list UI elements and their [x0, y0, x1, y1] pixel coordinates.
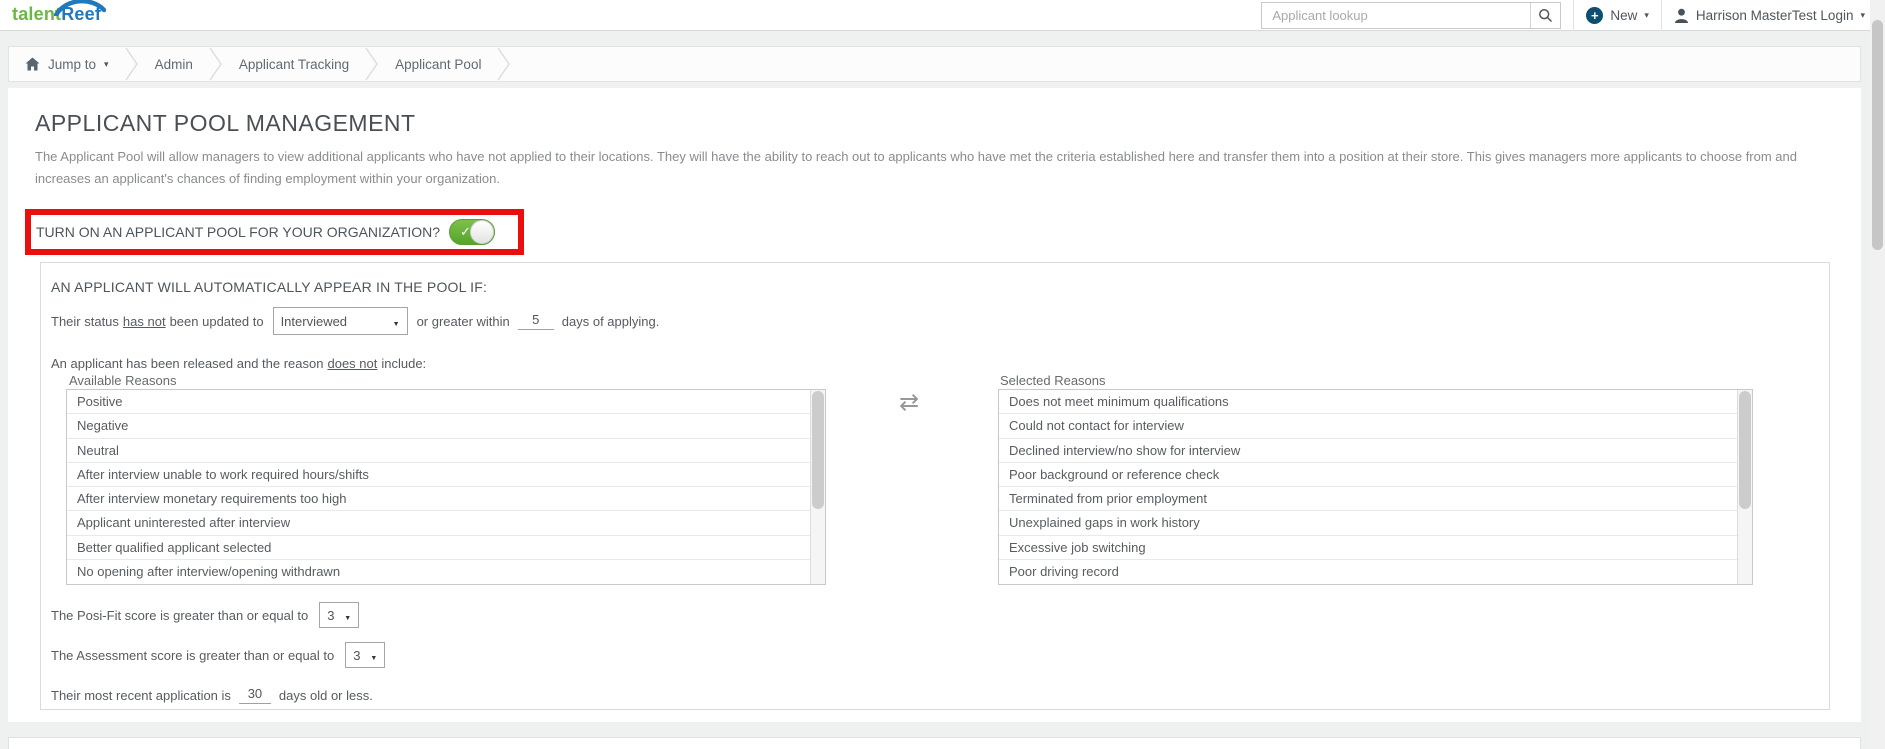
breadcrumb-separator-icon: [209, 47, 222, 81]
list-item[interactable]: Neutral: [67, 439, 810, 463]
status-select-value: Interviewed: [280, 313, 348, 329]
select-caret-icon: [370, 648, 377, 663]
jump-to-menu[interactable]: Jump to: [25, 57, 109, 72]
select-caret-icon: [344, 608, 351, 623]
applicant-pool-toggle[interactable]: [449, 219, 495, 245]
list-item[interactable]: Excessive job switching: [999, 536, 1737, 560]
breadcrumb: Jump to Admin Applicant Tracking Applica…: [8, 46, 1861, 82]
list-item[interactable]: Unexplained gaps in work history: [999, 511, 1737, 536]
home-icon: [25, 57, 40, 71]
criteria-panel: AN APPLICANT WILL AUTOMATICALLY APPEAR I…: [40, 262, 1830, 710]
status-rule-row: Their status has not been updated to Int…: [51, 307, 659, 335]
selected-reasons-list[interactable]: Does not meet minimum qualifications Coul…: [998, 389, 1753, 585]
breadcrumb-item-admin[interactable]: Admin: [155, 57, 193, 72]
posifit-rule-row: The Posi-Fit score is greater than or eq…: [51, 601, 364, 629]
recent-rule-text: days old or less.: [278, 687, 373, 703]
list-item[interactable]: Terminated from prior employment: [999, 487, 1737, 512]
assessment-score-select[interactable]: 3: [345, 642, 386, 668]
released-rule-text: An applicant has been released and the r…: [51, 355, 324, 371]
list-item[interactable]: Does not meet minimum qualifications: [999, 390, 1737, 415]
status-rule-text: days of applying.: [561, 313, 660, 329]
user-icon: [1674, 8, 1688, 23]
search-button[interactable]: [1530, 3, 1561, 28]
breadcrumb-item-applicant-tracking[interactable]: Applicant Tracking: [239, 57, 349, 72]
status-rule-text: been updated to: [169, 313, 264, 329]
breadcrumb-item-applicant-pool[interactable]: Applicant Pool: [395, 57, 481, 72]
status-rule-text: Their status: [51, 313, 119, 329]
released-rule-text: include:: [381, 355, 427, 371]
header-divider: [1573, 0, 1575, 31]
header-divider: [1660, 0, 1662, 31]
browser-scrollbar[interactable]: [1870, 0, 1885, 749]
list-scrollbar-thumb[interactable]: [812, 391, 824, 509]
breadcrumb-separator-icon: [124, 47, 138, 81]
days-of-applying-input[interactable]: [517, 312, 554, 330]
page-description: The Applicant Pool will allow managers t…: [35, 149, 1797, 187]
criteria-heading: AN APPLICANT WILL AUTOMATICALLY APPEAR I…: [51, 279, 488, 295]
posifit-rule-text: The Posi-Fit score is greater than or eq…: [51, 607, 309, 623]
logo-swoosh-icon: [54, 0, 106, 16]
user-menu-label: Harrison MasterTest Login: [1695, 8, 1854, 23]
toggle-knob: [470, 220, 494, 244]
topbar-right: New Harrison MasterTest Login: [1261, 0, 1865, 31]
posifit-score-select[interactable]: 3: [319, 602, 360, 628]
available-reasons-list[interactable]: Positive Negative Neutral After interview u…: [66, 389, 826, 585]
applicant-pool-toggle-label: TURN ON AN APPLICANT POOL FOR YOUR ORGAN…: [36, 224, 440, 240]
list-item[interactable]: Applicant uninterested after interview: [67, 511, 810, 536]
list-scrollbar-thumb[interactable]: [1739, 391, 1751, 509]
search-icon: [1539, 9, 1553, 23]
status-rule-text: or greater within: [416, 313, 510, 329]
browser-scrollbar-thumb[interactable]: [1872, 20, 1883, 250]
chevron-down-icon: [104, 59, 109, 70]
available-reasons-label: Available Reasons: [69, 373, 177, 388]
list-item[interactable]: Positive: [67, 390, 810, 415]
new-menu-label: New: [1610, 8, 1638, 23]
list-scrollbar[interactable]: [1737, 390, 1752, 584]
selected-reasons-label: Selected Reasons: [1000, 373, 1106, 388]
days-old-input[interactable]: [238, 686, 271, 704]
list-item[interactable]: Poor background or reference check: [999, 463, 1737, 487]
status-select[interactable]: Interviewed: [272, 307, 408, 335]
applicant-lookup-group: [1261, 2, 1562, 29]
page-title: APPLICANT POOL MANAGEMENT: [35, 110, 416, 136]
content-panel: APPLICANT POOL MANAGEMENT The Applicant …: [8, 88, 1861, 722]
top-bar: talentReef New Harrison MasterTest Login: [0, 0, 1885, 31]
chevron-down-icon: [1860, 10, 1865, 21]
recent-application-rule-row: Their most recent application is days ol…: [51, 681, 373, 709]
breadcrumb-separator-icon: [497, 47, 511, 81]
list-scrollbar[interactable]: [810, 390, 825, 584]
assessment-rule-row: The Assessment score is greater than or …: [51, 641, 390, 669]
posifit-score-value: 3: [327, 607, 335, 623]
released-rule-underlined-text: does not: [327, 355, 378, 371]
list-item[interactable]: Could not contact for interview: [999, 414, 1737, 439]
plus-icon: [1586, 7, 1604, 24]
new-menu-button[interactable]: New: [1586, 7, 1649, 24]
next-section-panel: [8, 737, 1861, 749]
list-item[interactable]: Declined interview/no show for interview: [999, 439, 1737, 463]
annotation-red-box: TURN ON AN APPLICANT POOL FOR YOUR ORGAN…: [25, 209, 524, 255]
list-item[interactable]: After interview unable to work required …: [67, 463, 810, 487]
list-item[interactable]: After interview monetary requirements to…: [67, 487, 810, 512]
user-menu-button[interactable]: Harrison MasterTest Login: [1674, 8, 1865, 24]
list-item[interactable]: Better qualified applicant selected: [67, 536, 810, 560]
status-rule-underlined-text: has not: [122, 313, 166, 329]
chevron-down-icon: [1644, 10, 1649, 21]
assessment-rule-text: The Assessment score is greater than or …: [51, 647, 335, 663]
list-item[interactable]: No opening after interview/opening withd…: [67, 560, 810, 584]
list-item[interactable]: Negative: [67, 414, 810, 439]
select-caret-icon: [393, 314, 400, 329]
jump-to-label: Jump to: [48, 56, 97, 72]
list-item[interactable]: Poor driving record: [999, 560, 1737, 584]
assessment-score-value: 3: [353, 647, 361, 663]
applicant-lookup-input[interactable]: [1262, 3, 1531, 28]
breadcrumb-separator-icon: [365, 47, 378, 81]
transfer-arrows-icon: [899, 391, 919, 415]
recent-rule-text: Their most recent application is: [51, 687, 231, 703]
app-logo[interactable]: talentReef: [12, 0, 106, 28]
